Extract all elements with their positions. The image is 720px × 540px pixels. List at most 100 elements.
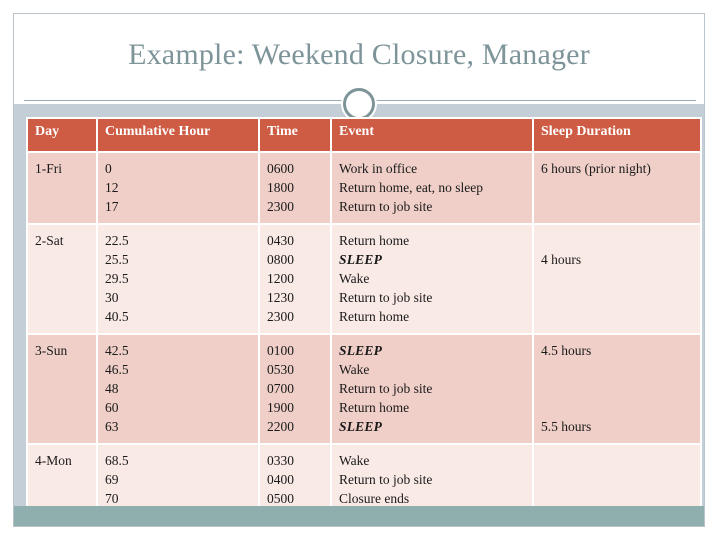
sleep-emphasis: SLEEP (339, 343, 383, 358)
cell-line: Wake (339, 362, 370, 377)
cell-line: Wake (339, 271, 370, 286)
cell-events: SLEEP Wake Return to job site Return home SL… (332, 335, 532, 443)
cell-cumulative-hours: 0 12 17 (98, 153, 258, 223)
footer-bar (14, 506, 704, 526)
cell-line: 48 (105, 381, 119, 396)
cell-line: Return to job site (339, 199, 433, 214)
cell-line: 0100 (267, 343, 294, 358)
cell-line: 4 hours (541, 252, 582, 267)
cell-line: 0400 (267, 472, 294, 487)
cell-cumulative-hours: 22.5 25.5 29.5 30 40.5 (98, 225, 258, 333)
sleep-duration-list (541, 451, 696, 508)
cell-line: 0700 (267, 381, 294, 396)
cell-line: Return to job site (339, 472, 433, 487)
cell-line: 5.5 hours (541, 419, 592, 434)
sleep-duration-list: 4.5 hours 5.5 hours (541, 341, 696, 436)
cell-line: 42.5 (105, 343, 129, 358)
sleep-emphasis: SLEEP (339, 252, 383, 267)
times-list: 0100 0530 0700 1900 2200 (267, 341, 326, 436)
column-header-event: Event (332, 119, 532, 151)
cell-line: 2300 (267, 199, 294, 214)
cell-line: 22.5 (105, 233, 129, 248)
table-row: 1-Fri 0 12 17 0600 1800 2300 Work in office Retu… (28, 153, 700, 223)
cell-sleep-duration: 6 hours (prior night) (534, 153, 700, 223)
cell-line: 2200 (267, 419, 294, 434)
page-title: Example: Weekend Closure, Manager (128, 38, 590, 71)
cell-day: 2-Sat (28, 225, 96, 333)
cell-line: 25.5 (105, 252, 129, 267)
cell-line: 12 (105, 180, 119, 195)
cell-times: 0430 0800 1200 1230 2300 (260, 225, 330, 333)
cell-line: 1230 (267, 290, 294, 305)
sleep-duration-list: 4 hours (541, 231, 696, 326)
cell-sleep-duration: 4.5 hours 5.5 hours (534, 335, 700, 443)
sleep-emphasis: SLEEP (339, 419, 383, 434)
cell-line: 0 (105, 161, 112, 176)
cell-day: 1-Fri (28, 153, 96, 223)
cell-line: 69 (105, 472, 119, 487)
cell-line: 29.5 (105, 271, 129, 286)
cell-events: Work in office Return home, eat, no sleep… (332, 153, 532, 223)
cell-line: 46.5 (105, 362, 129, 377)
circle-ring-ornament-icon (343, 88, 375, 120)
cell-line: 0330 (267, 453, 294, 468)
cell-line: 0530 (267, 362, 294, 377)
cell-line: 1900 (267, 400, 294, 415)
cell-events: Wake Return to job site Closure ends (332, 445, 532, 515)
column-header-sleep-duration: Sleep Duration (534, 119, 700, 151)
cell-times: 0600 1800 2300 (260, 153, 330, 223)
cell-line: 6 hours (prior night) (541, 161, 651, 176)
cumulative-hours-list: 42.5 46.5 48 60 63 (105, 341, 254, 436)
schedule-table: Day Cumulative Hour Time Event Sleep Dur… (26, 117, 702, 517)
cell-line: Return home (339, 233, 410, 248)
table-header-row: Day Cumulative Hour Time Event Sleep Dur… (28, 119, 700, 151)
cell-times: 0330 0400 0500 (260, 445, 330, 515)
cumulative-hours-list: 22.5 25.5 29.5 30 40.5 (105, 231, 254, 326)
times-list: 0430 0800 1200 1230 2300 (267, 231, 326, 326)
cell-line: 0800 (267, 252, 294, 267)
cell-line: 60 (105, 400, 119, 415)
cell-line: 1200 (267, 271, 294, 286)
column-header-day: Day (28, 119, 96, 151)
cumulative-hours-list: 0 12 17 (105, 159, 254, 216)
events-list: Return home SLEEP Wake Return to job site Re… (339, 231, 528, 326)
cell-events: Return home SLEEP Wake Return to job site Re… (332, 225, 532, 333)
cell-line: SLEEP (339, 341, 528, 360)
cell-day: 3-Sun (28, 335, 96, 443)
cell-line: Return home (339, 309, 410, 324)
cell-line: Return to job site (339, 381, 433, 396)
cell-line: 17 (105, 199, 119, 214)
cell-times: 0100 0530 0700 1900 2200 (260, 335, 330, 443)
sleep-duration-list: 6 hours (prior night) (541, 159, 696, 216)
cell-cumulative-hours: 68.5 69 70 (98, 445, 258, 515)
cell-line: 4.5 hours (541, 343, 592, 358)
cell-line: SLEEP (339, 417, 528, 436)
slide: Example: Weekend Closure, Manager Day Cu… (13, 13, 705, 527)
cell-line: 2300 (267, 309, 294, 324)
cell-line: 63 (105, 419, 119, 434)
cell-line: Return home (339, 400, 410, 415)
cell-line: Return to job site (339, 290, 433, 305)
cell-line: Work in office (339, 161, 418, 176)
cell-sleep-duration: 4 hours (534, 225, 700, 333)
cell-line: 30 (105, 290, 119, 305)
cell-line: 1800 (267, 180, 294, 195)
cell-cumulative-hours: 42.5 46.5 48 60 63 (98, 335, 258, 443)
cell-line: Wake (339, 453, 370, 468)
cell-line: SLEEP (339, 250, 528, 269)
table-row: 3-Sun 42.5 46.5 48 60 63 0100 0530 0700 1900 2200 S… (28, 335, 700, 443)
times-list: 0600 1800 2300 (267, 159, 326, 216)
table-row: 4-Mon 68.5 69 70 0330 0400 0500 Wake Return to j… (28, 445, 700, 515)
events-list: SLEEP Wake Return to job site Return home SL… (339, 341, 528, 436)
cell-line: 40.5 (105, 309, 129, 324)
events-list: Work in office Return home, eat, no sleep… (339, 159, 528, 216)
table-body: 1-Fri 0 12 17 0600 1800 2300 Work in office Retu… (28, 153, 700, 515)
cell-day: 4-Mon (28, 445, 96, 515)
events-list: Wake Return to job site Closure ends (339, 451, 528, 508)
cumulative-hours-list: 68.5 69 70 (105, 451, 254, 508)
cell-line: 68.5 (105, 453, 129, 468)
column-header-time: Time (260, 119, 330, 151)
cell-line: 0430 (267, 233, 294, 248)
cell-sleep-duration (534, 445, 700, 515)
times-list: 0330 0400 0500 (267, 451, 326, 508)
